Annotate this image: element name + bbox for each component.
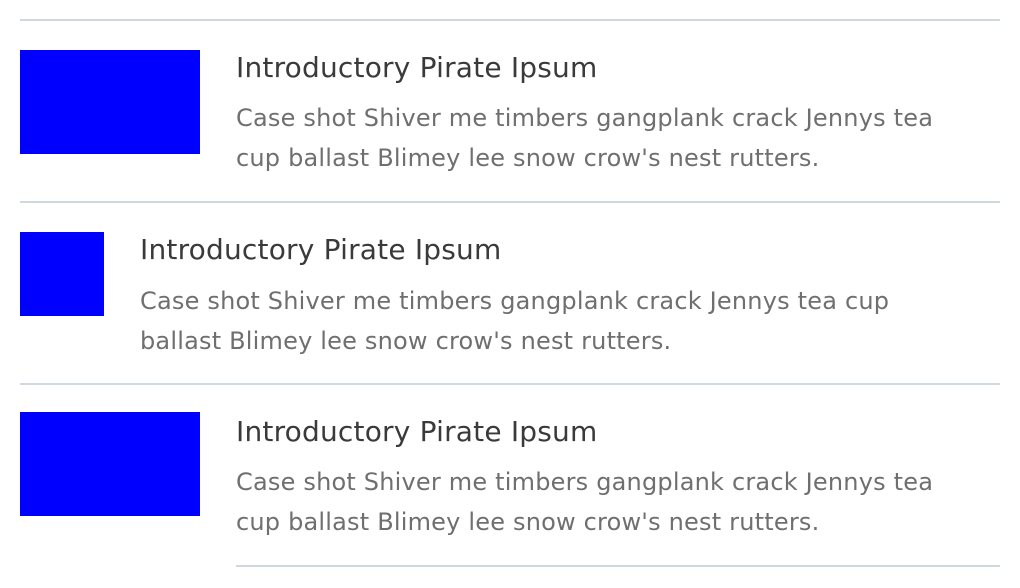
list-item-title: Introductory Pirate Ipsum: [236, 415, 598, 448]
list-item-title: Introductory Pirate Ipsum: [140, 233, 502, 266]
list-item-3[interactable]: Introductory Pirate Ipsum Case shot Shiv…: [20, 384, 1000, 564]
thumbnail-image: [20, 50, 200, 154]
thumbnail-image: [20, 232, 104, 316]
list-item-description: Case shot Shiver me timbers gangplank cr…: [236, 468, 934, 536]
list-item-description: Case shot Shiver me timbers gangplank cr…: [236, 104, 934, 172]
list-item-1[interactable]: Introductory Pirate Ipsum Case shot Shiv…: [20, 0, 1000, 200]
divider-bottom: [236, 565, 1000, 567]
list-item-description: Case shot Shiver me timbers gangplank cr…: [140, 287, 890, 355]
list-item-2[interactable]: Introductory Pirate Ipsum Case shot Shiv…: [20, 202, 1000, 382]
list-item-title: Introductory Pirate Ipsum: [236, 51, 598, 84]
thumbnail-image: [20, 412, 200, 516]
